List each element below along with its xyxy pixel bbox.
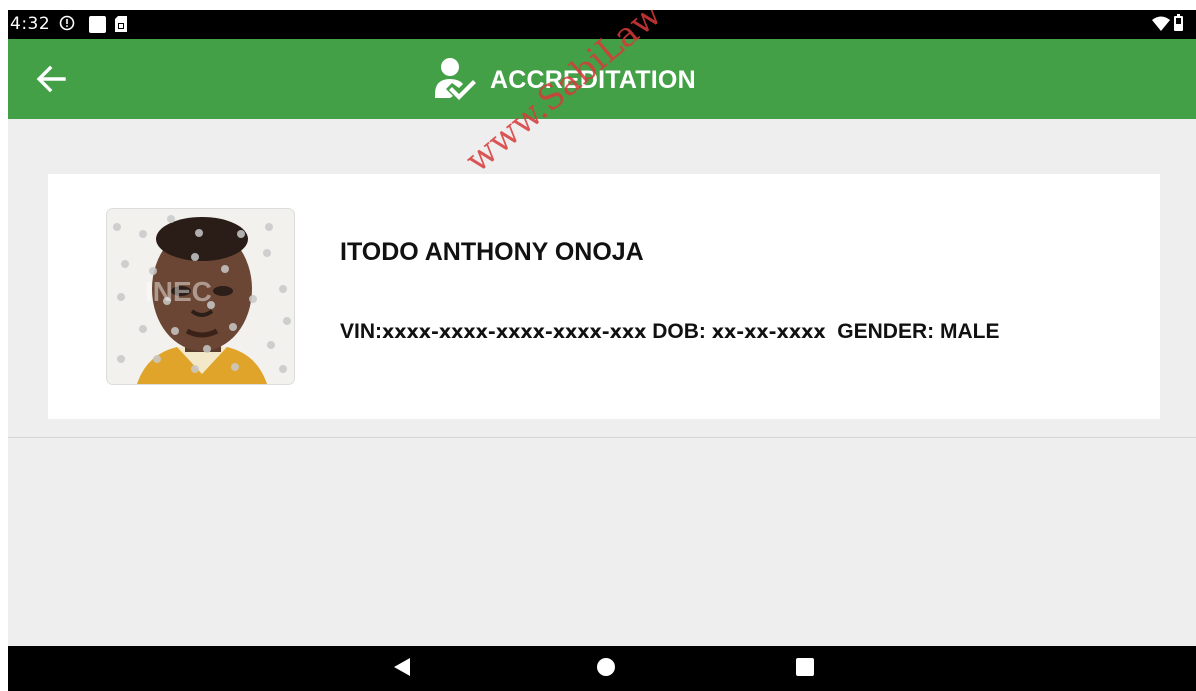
nav-back-icon[interactable] bbox=[392, 656, 412, 678]
app-bar: ACCREDITATION bbox=[8, 39, 1196, 119]
user-check-icon bbox=[435, 58, 476, 100]
wifi-icon bbox=[1152, 16, 1170, 31]
dob-label: DOB: bbox=[652, 320, 706, 343]
status-time: 4:32 bbox=[10, 14, 51, 34]
nav-home-icon[interactable] bbox=[595, 656, 617, 678]
voter-details: VIN:xxxx-xxxx-xxxx-xxxx-xxx DOB: xx-xx-x… bbox=[340, 320, 999, 344]
dob-value: xx-xx-xxxx bbox=[711, 321, 826, 343]
voter-name: ITODO ANTHONY ONOJA bbox=[340, 238, 644, 266]
accreditation-card: INEC ITODO ANTHONY ONOJA VIN:xxxx-xxxx-x… bbox=[48, 174, 1160, 419]
sim-card-icon bbox=[115, 16, 127, 32]
section-divider bbox=[8, 437, 1196, 438]
arrow-left-icon bbox=[36, 65, 66, 93]
system-nav-bar bbox=[8, 646, 1196, 691]
back-button[interactable] bbox=[30, 59, 74, 99]
status-bar: 4:32 bbox=[8, 10, 1196, 39]
square-notification-icon bbox=[89, 16, 106, 33]
battery-icon bbox=[1174, 14, 1183, 31]
gender-value: MALE bbox=[939, 320, 1000, 343]
person-portrait-image: INEC bbox=[107, 209, 294, 384]
page-title: ACCREDITATION bbox=[490, 65, 696, 94]
gender-label: GENDER: bbox=[837, 320, 935, 343]
voter-photo: INEC bbox=[107, 209, 294, 384]
shield-alert-icon bbox=[59, 15, 75, 31]
vin-label: VIN: bbox=[340, 320, 382, 343]
svg-text:INEC: INEC bbox=[145, 276, 212, 307]
device-screen: 4:32 ACCREDITATION www.SabiLaw INEC ITOD… bbox=[8, 10, 1196, 691]
nav-recents-icon[interactable] bbox=[794, 656, 816, 678]
vin-value: xxxx-xxxx-xxxx-xxxx-xxx bbox=[382, 321, 647, 343]
app-title-group: ACCREDITATION bbox=[432, 55, 696, 105]
